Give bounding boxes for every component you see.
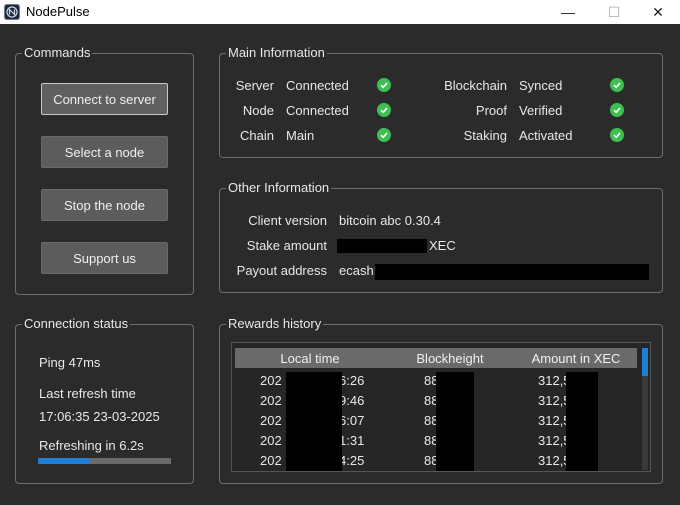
server-check-icon — [377, 78, 391, 92]
refresh-progress-fill — [38, 458, 89, 464]
column-local-time[interactable]: Local time — [235, 351, 385, 366]
row-time-start: 202 — [260, 413, 282, 428]
rewards-history-title: Rewards history — [226, 316, 324, 332]
other-information-title: Other Information — [226, 180, 332, 196]
server-value: Connected — [286, 78, 349, 93]
minimize-button[interactable]: — — [546, 0, 590, 24]
title-bar: NodePulse — ☐ ✕ — [0, 0, 680, 24]
main-information-title: Main Information — [226, 45, 327, 61]
node-check-icon — [377, 103, 391, 117]
refreshing-text: Refreshing in 6.2s — [39, 438, 144, 453]
rewards-table: Local time Blockheight Amount in XEC 202… — [231, 342, 651, 472]
chain-check-icon — [377, 128, 391, 142]
payout-address-label: Payout address — [236, 263, 327, 278]
stake-amount-label: Stake amount — [246, 238, 327, 253]
staking-label: Staking — [463, 128, 507, 143]
select-node-button[interactable]: Select a node — [41, 136, 168, 168]
row-time-end: 1:31 — [339, 433, 365, 448]
stake-amount-unit: XEC — [429, 238, 456, 253]
last-refresh-value: 17:06:35 23-03-2025 — [39, 409, 160, 424]
server-label: Server — [235, 78, 274, 93]
row-time-end: 6:07 — [339, 413, 365, 428]
blockchain-label: Blockchain — [444, 78, 507, 93]
staking-check-icon — [610, 128, 624, 142]
window-title: NodePulse — [26, 4, 90, 19]
column-amount[interactable]: Amount in XEC — [515, 351, 637, 366]
nodepulse-logo-icon — [4, 4, 20, 20]
commands-title: Commands — [22, 45, 93, 61]
chain-label: Chain — [240, 128, 274, 143]
staking-value: Activated — [519, 128, 573, 143]
blockchain-check-icon — [610, 78, 624, 92]
amount-redacted — [566, 372, 598, 471]
row-time-start: 202 — [260, 393, 282, 408]
client-version-value: bitcoin abc 0.30.4 — [339, 213, 441, 228]
column-blockheight[interactable]: Blockheight — [385, 351, 515, 366]
support-us-button[interactable]: Support us — [41, 242, 168, 274]
main-information-group: Main Information Server Connected Node C… — [219, 45, 663, 158]
node-label: Node — [242, 103, 274, 118]
row-time-start: 202 — [260, 453, 282, 468]
connection-status-group: Connection status Ping 47ms Last refresh… — [15, 316, 194, 484]
node-value: Connected — [286, 103, 349, 118]
row-time-start: 202 — [260, 373, 282, 388]
other-information-group: Other Information Client version bitcoin… — [219, 180, 663, 293]
proof-check-icon — [610, 103, 624, 117]
close-button[interactable]: ✕ — [636, 0, 680, 24]
table-scrollbar-thumb[interactable] — [642, 348, 648, 376]
connect-to-server-button[interactable]: Connect to server — [41, 83, 168, 115]
proof-label: Proof — [475, 103, 507, 118]
row-time-end: 6:26 — [339, 373, 365, 388]
row-time-end: 9:46 — [339, 393, 365, 408]
last-refresh-label: Last refresh time — [39, 386, 136, 401]
client-version-label: Client version — [248, 213, 327, 228]
row-time-end: 4:25 — [339, 453, 365, 468]
stop-node-button[interactable]: Stop the node — [41, 189, 168, 221]
connection-status-title: Connection status — [22, 316, 131, 332]
payout-address-prefix: ecash: — [339, 263, 378, 278]
maximize-button[interactable]: ☐ — [592, 0, 636, 24]
commands-group: Commands Connect to server Select a node… — [15, 45, 194, 295]
refresh-progress-bar — [38, 458, 171, 464]
row-time-start: 202 — [260, 433, 282, 448]
ping-text: Ping 47ms — [39, 355, 101, 370]
blockchain-value: Synced — [519, 78, 563, 93]
chain-value: Main — [286, 128, 315, 143]
table-header: Local time Blockheight Amount in XEC — [235, 348, 637, 368]
time-redacted — [286, 372, 342, 471]
proof-value: Verified — [519, 103, 563, 118]
stake-amount-redacted — [337, 239, 427, 253]
rewards-history-group: Rewards history Local time Blockheight A… — [219, 316, 663, 484]
payout-address-redacted — [375, 264, 649, 280]
block-redacted — [436, 372, 474, 471]
table-scrollbar[interactable] — [642, 348, 648, 470]
